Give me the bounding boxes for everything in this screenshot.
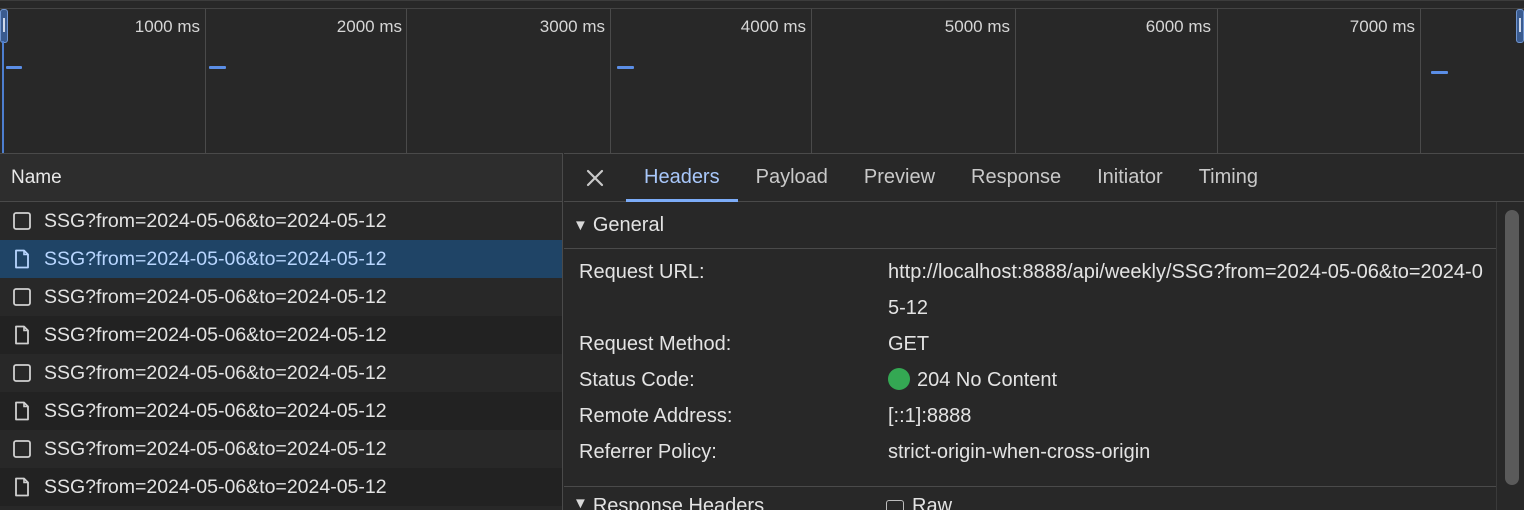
general-section-title: General — [592, 213, 665, 236]
request-row[interactable]: SSG?from=2024-05-06&to=2024-05-12 — [0, 278, 562, 316]
header-key: Referrer Policy: — [579, 441, 717, 463]
file-icon — [15, 249, 29, 269]
request-name: SSG?from=2024-05-06&to=2024-05-12 — [44, 399, 387, 422]
close-icon — [586, 169, 604, 186]
header-key: Request URL: — [579, 261, 705, 283]
name-column-label: Name — [11, 166, 62, 188]
header-key: Remote Address: — [579, 405, 733, 427]
expand-triangle-icon: ▼ — [573, 216, 588, 234]
tick-label: 2000 ms — [336, 17, 402, 36]
request-name: SSG?from=2024-05-06&to=2024-05-12 — [44, 361, 387, 384]
request-bar — [6, 66, 22, 69]
tick-divider — [406, 9, 407, 154]
request-row[interactable]: SSG?from=2024-05-06&to=2024-05-12 — [0, 316, 562, 354]
raw-label: Raw — [912, 495, 953, 510]
header-row-request-method: Request Method: GET — [564, 326, 1496, 362]
request-bar — [617, 66, 634, 69]
name-column-header[interactable]: Name — [0, 153, 562, 202]
referrer-policy-value[interactable]: strict-origin-when-cross-origin — [888, 434, 1491, 470]
tick-divider — [811, 9, 812, 154]
general-headers: Request URL: http://localhost:8888/api/w… — [564, 249, 1496, 470]
header-row-request-url: Request URL: http://localhost:8888/api/w… — [564, 254, 1496, 326]
file-icon — [15, 325, 29, 345]
tick-divider — [1420, 9, 1421, 154]
request-details-pane: Headers Payload Preview Response Initiat… — [564, 153, 1524, 510]
response-headers-title: Response Headers — [592, 495, 765, 510]
status-ok-icon — [888, 368, 910, 390]
header-row-referrer-policy: Referrer Policy: strict-origin-when-cros… — [564, 434, 1496, 470]
tab-response[interactable]: Response — [953, 154, 1079, 201]
status-code-text: 204 No Content — [917, 369, 1058, 391]
checkbox-doc-icon — [13, 440, 31, 458]
request-list: Name SSG?from=2024-05-06&to=2024-05-12 S… — [0, 153, 563, 510]
network-overview-timeline[interactable]: 1000 ms 2000 ms 3000 ms 4000 ms 5000 ms … — [0, 0, 1524, 154]
tick-label: 1000 ms — [134, 17, 200, 36]
overview-selection-line — [2, 41, 4, 154]
request-bar — [209, 66, 226, 69]
tick-divider — [1217, 9, 1218, 154]
status-code-value[interactable]: 204 No Content — [888, 362, 1491, 398]
header-key: Request Method: — [579, 333, 732, 355]
tick-label: 6000 ms — [1145, 17, 1211, 36]
tab-timing[interactable]: Timing — [1181, 154, 1276, 201]
request-name: SSG?from=2024-05-06&to=2024-05-12 — [44, 323, 387, 346]
header-row-status-code: Status Code: 204 No Content — [564, 362, 1496, 398]
remote-address-value[interactable]: [::1]:8888 — [888, 398, 1491, 434]
request-bar — [1431, 71, 1448, 74]
header-row-remote-address: Remote Address: [::1]:8888 — [564, 398, 1496, 434]
request-row[interactable]: SSG?from=2024-05-06&to=2024-05-12 — [0, 202, 562, 240]
request-name: SSG?from=2024-05-06&to=2024-05-12 — [44, 209, 387, 232]
details-tab-bar: Headers Payload Preview Response Initiat… — [564, 153, 1524, 202]
checkbox-doc-icon — [13, 288, 31, 306]
request-url-value[interactable]: http://localhost:8888/api/weekly/SSG?fro… — [888, 254, 1491, 326]
tick-divider — [205, 9, 206, 154]
tick-label: 4000 ms — [740, 17, 806, 36]
checkbox-doc-icon — [13, 364, 31, 382]
tick-divider — [1015, 9, 1016, 154]
overview-top-border — [0, 8, 1524, 9]
tab-headers[interactable]: Headers — [626, 154, 738, 202]
close-details-button[interactable] — [564, 154, 626, 201]
tick-label: 5000 ms — [944, 17, 1010, 36]
headers-content: ▼ General Request URL: http://localhost:… — [564, 202, 1496, 510]
tab-initiator[interactable]: Initiator — [1079, 154, 1181, 201]
tick-label: 3000 ms — [539, 17, 605, 36]
request-name: SSG?from=2024-05-06&to=2024-05-12 — [44, 285, 387, 308]
tick-label: 7000 ms — [1349, 17, 1415, 36]
request-row-selected[interactable]: SSG?from=2024-05-06&to=2024-05-12 — [0, 240, 562, 278]
overview-left-handle[interactable] — [0, 9, 8, 43]
overview-right-handle[interactable] — [1516, 9, 1524, 43]
tab-payload[interactable]: Payload — [738, 154, 846, 201]
request-row[interactable]: SSG?from=2024-05-06&to=2024-05-12 — [0, 468, 562, 506]
request-name: SSG?from=2024-05-06&to=2024-05-12 — [44, 475, 387, 498]
request-name: SSG?from=2024-05-06&to=2024-05-12 — [44, 437, 387, 460]
request-name: SSG?from=2024-05-06&to=2024-05-12 — [44, 247, 387, 270]
checkbox-doc-icon — [13, 212, 31, 230]
header-key: Status Code: — [579, 369, 695, 391]
request-row[interactable]: SSG?from=2024-05-06&to=2024-05-12 — [0, 354, 562, 392]
tab-preview[interactable]: Preview — [846, 154, 953, 201]
response-headers-section-toggle[interactable]: ▼ Response Headers Raw — [564, 486, 1496, 510]
details-scrollbar[interactable] — [1496, 202, 1524, 510]
request-row[interactable]: SSG?from=2024-05-06&to=2024-05-12 — [0, 430, 562, 468]
tick-divider — [610, 9, 611, 154]
general-section-toggle[interactable]: ▼ General — [564, 202, 1496, 249]
details-scrollbar-thumb[interactable] — [1505, 210, 1519, 485]
raw-checkbox[interactable] — [886, 500, 904, 510]
expand-triangle-icon: ▼ — [573, 495, 588, 510]
request-row[interactable]: SSG?from=2024-05-06&to=2024-05-12 — [0, 392, 562, 430]
file-icon — [15, 477, 29, 497]
request-method-value[interactable]: GET — [888, 326, 1491, 362]
file-icon — [15, 401, 29, 421]
